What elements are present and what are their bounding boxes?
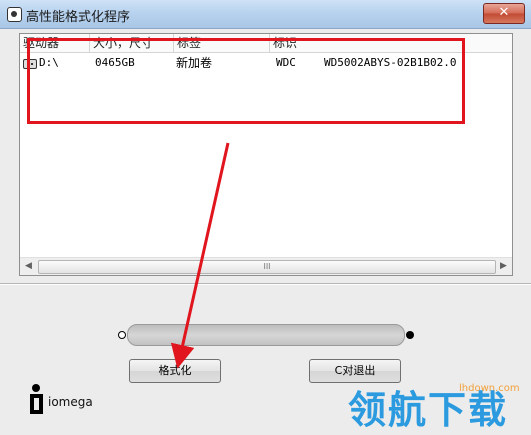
app-icon <box>7 7 22 22</box>
progress-start-marker <box>118 331 126 339</box>
watermark-text: 领航下载 <box>348 388 509 432</box>
title-bar[interactable]: 高性能格式化程序 ✕ <box>0 0 531 29</box>
divider <box>0 283 531 285</box>
format-window: 高性能格式化程序 ✕ 驱动器 大小，尺寸 标签 标识 D:\ 0465GB 新加… <box>0 0 531 435</box>
scroll-left-icon[interactable]: ◀ <box>20 258 37 275</box>
iomega-logo-icon <box>30 384 43 414</box>
exit-button[interactable]: C对退出 <box>309 359 401 383</box>
window-title: 高性能格式化程序 <box>26 10 131 25</box>
close-button[interactable]: ✕ <box>483 3 525 24</box>
format-progress-bar <box>127 324 405 346</box>
format-button[interactable]: 格式化 <box>129 359 221 383</box>
brand-name: iomega <box>48 395 93 409</box>
highlight-rectangle <box>27 38 465 124</box>
horizontal-scrollbar[interactable]: ◀ III ▶ <box>20 257 512 275</box>
scroll-thumb[interactable]: III <box>38 260 496 274</box>
scroll-right-icon[interactable]: ▶ <box>495 258 512 275</box>
progress-end-marker <box>406 331 414 339</box>
